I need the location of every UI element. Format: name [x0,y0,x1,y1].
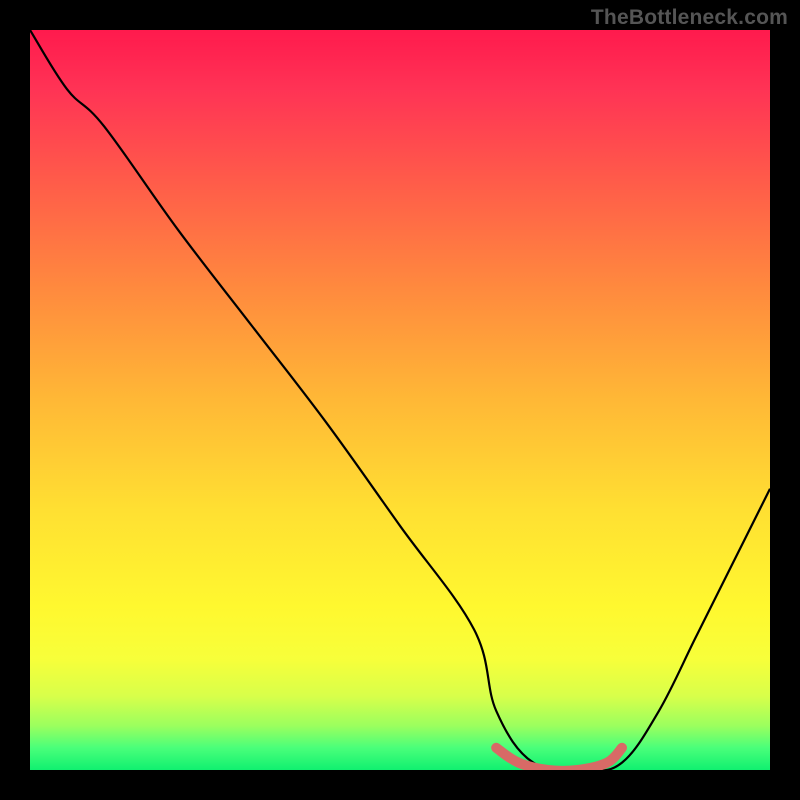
curve-svg [30,30,770,770]
plot-area [30,30,770,770]
bottleneck-curve-line [30,30,770,770]
chart-frame: TheBottleneck.com [0,0,800,800]
optimal-band-line [496,748,622,770]
watermark-text: TheBottleneck.com [591,6,788,30]
